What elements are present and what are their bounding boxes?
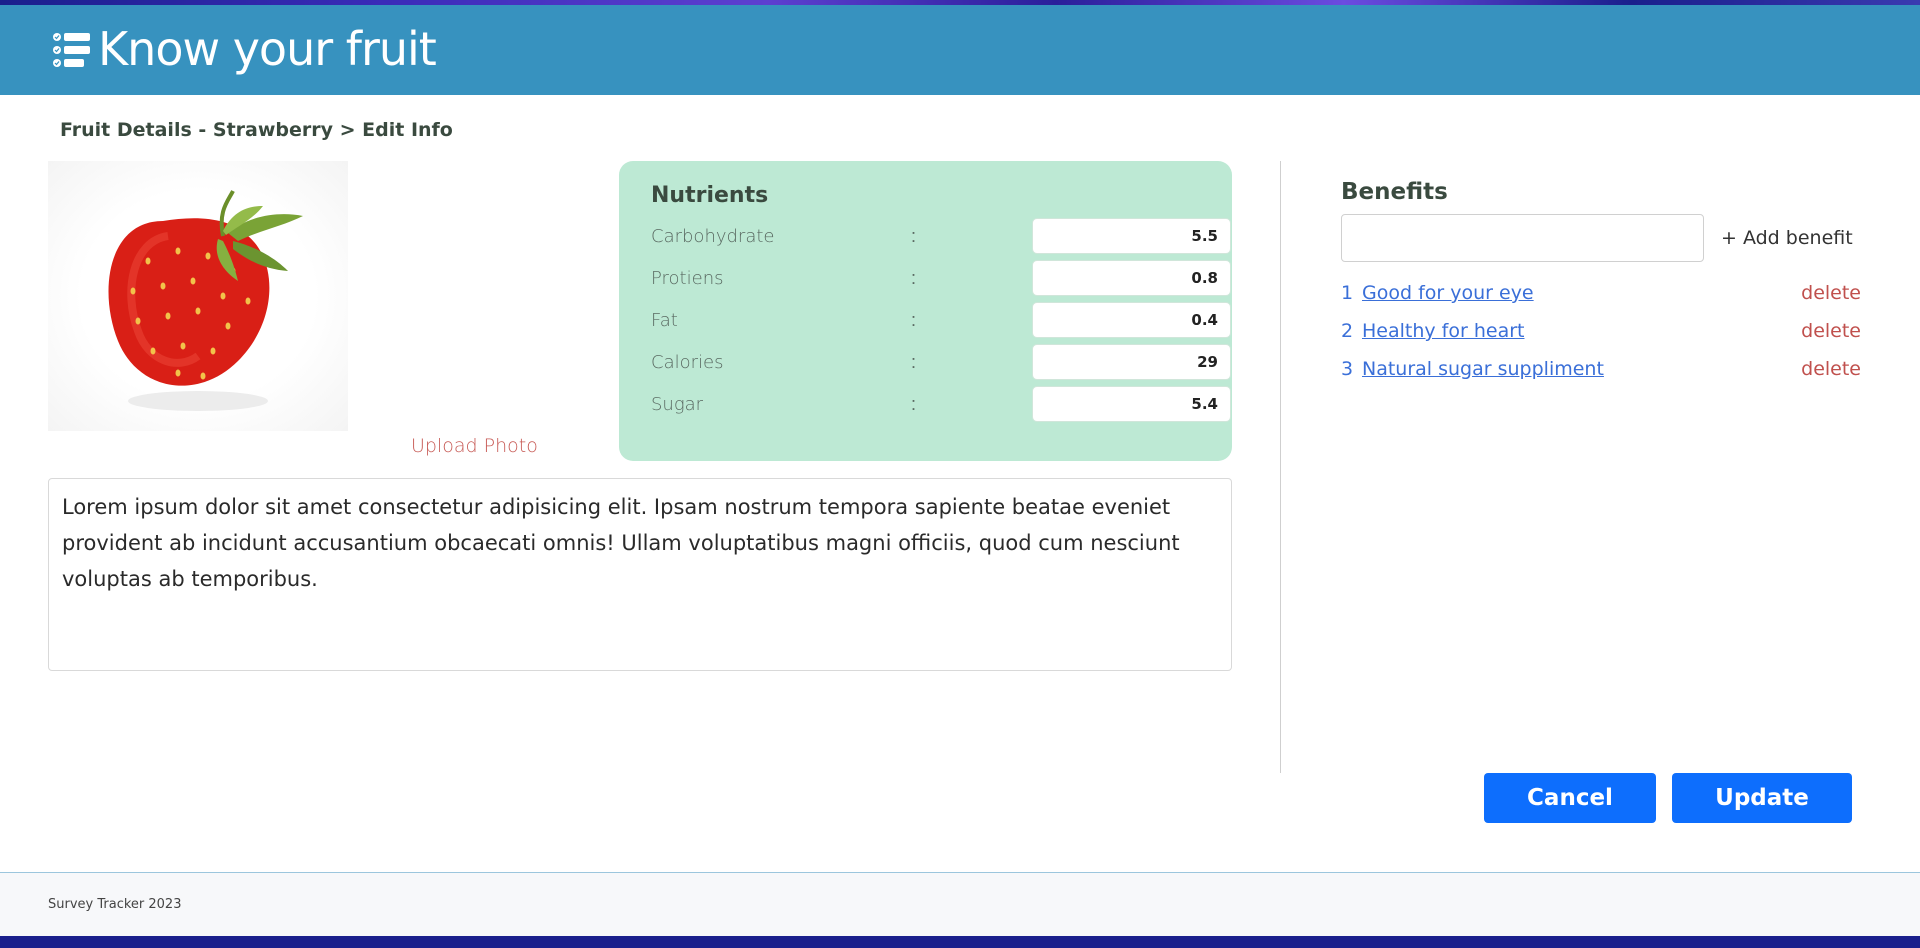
nutrient-value-field[interactable]: 29 [1032,344,1231,380]
add-benefit-button[interactable]: + Add benefit [1721,227,1853,249]
checklist-icon [53,33,90,67]
benefits-title: Benefits [1341,179,1448,205]
benefit-list-item: 1 Good for your eye delete [1341,282,1861,312]
breadcrumb: Fruit Details - Strawberry > Edit Info [60,119,453,141]
benefit-number: 3 [1341,358,1354,380]
upload-photo-link[interactable]: Upload Photo [411,435,538,457]
benefit-number: 1 [1341,282,1354,304]
cancel-button[interactable]: Cancel [1484,773,1656,823]
nutrient-label: Protiens [651,268,724,289]
nutrient-value-field[interactable]: 5.5 [1032,218,1231,254]
nutrient-value-field[interactable]: 0.8 [1032,260,1231,296]
nutrient-label: Carbohydrate [651,226,775,247]
nutrient-label: Fat [651,310,678,331]
nutrient-value-field[interactable]: 5.4 [1032,386,1231,422]
nutrient-row-protiens: Protiens : 0.8 [651,260,1231,298]
delete-benefit-button[interactable]: delete [1801,320,1861,342]
nutrient-row-sugar: Sugar : 5.4 [651,386,1231,424]
benefit-link[interactable]: Good for your eye [1362,282,1534,304]
strawberry-image [108,190,303,411]
benefit-link[interactable]: Natural sugar suppliment [1362,358,1604,380]
nutrient-label: Sugar [651,394,704,415]
nutrient-value-field[interactable]: 0.4 [1032,302,1231,338]
nutrient-row-calories: Calories : 29 [651,344,1231,382]
bottom-strip [0,936,1920,948]
app-title: Know your fruit [98,22,437,76]
app-header: Know your fruit [0,5,1920,95]
footer: Survey Tracker 2023 [0,872,1920,936]
benefit-list-item: 3 Natural sugar suppliment delete [1341,358,1861,388]
nutrient-separator: : [911,226,917,246]
delete-benefit-button[interactable]: delete [1801,282,1861,304]
nutrient-row-fat: Fat : 0.4 [651,302,1231,340]
nutrient-separator: : [911,352,917,372]
benefit-list-item: 2 Healthy for heart delete [1341,320,1861,350]
description-textarea[interactable]: Lorem ipsum dolor sit amet consectetur a… [48,478,1232,671]
update-button[interactable]: Update [1672,773,1852,823]
vertical-divider [1280,161,1281,773]
nutrient-separator: : [911,268,917,288]
nutrients-title: Nutrients [651,183,769,208]
nutrient-separator: : [911,310,917,330]
benefit-number: 2 [1341,320,1354,342]
nutrient-label: Calories [651,352,724,373]
footer-text: Survey Tracker 2023 [48,897,182,912]
fruit-photo [48,161,348,431]
delete-benefit-button[interactable]: delete [1801,358,1861,380]
nutrients-card: Nutrients Carbohydrate : 5.5 Protiens : … [619,161,1232,461]
nutrient-separator: : [911,394,917,414]
benefit-input[interactable] [1341,214,1704,262]
benefit-link[interactable]: Healthy for heart [1362,320,1524,342]
nutrient-row-carbohydrate: Carbohydrate : 5.5 [651,218,1231,256]
